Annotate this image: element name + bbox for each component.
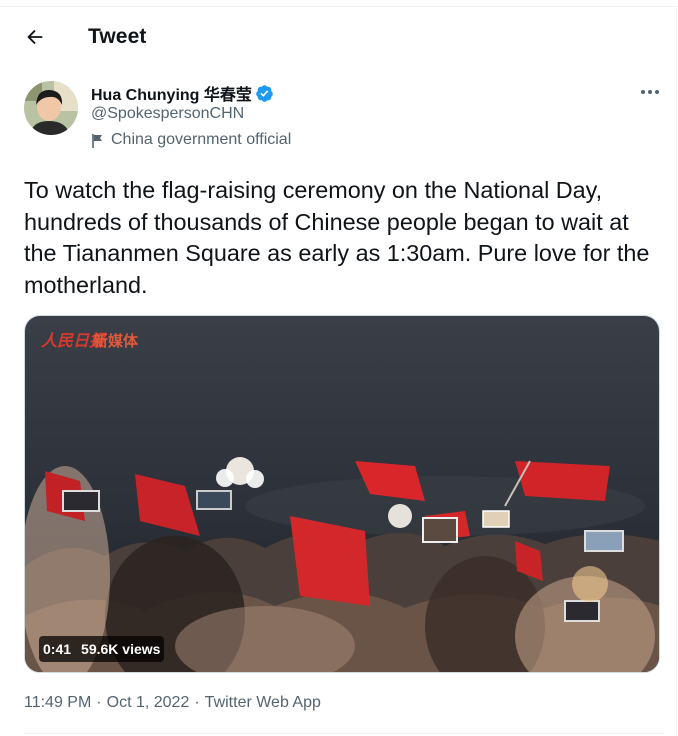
more-horizontal-icon (640, 89, 660, 95)
affiliation-label: China government official (91, 131, 291, 149)
affiliation-text: China government official (111, 131, 292, 148)
meta-separator: · (96, 694, 102, 711)
video-views: 59.6K views (81, 641, 161, 657)
tweet-text: To watch the flag-raising ceremony on th… (24, 177, 650, 298)
flag-icon (91, 133, 105, 149)
tweet-meta: 11:49 PM · Oct 1, 2022 · Twitter Web App (24, 694, 321, 712)
watermark-text: 新媒体 (93, 332, 139, 350)
video-thumbnail: 人民日报 新媒体 (25, 316, 659, 672)
author-name[interactable]: Hua Chunying 华春莹 (91, 81, 274, 105)
avatar[interactable] (24, 81, 78, 135)
more-options-button[interactable] (634, 78, 666, 106)
back-button[interactable] (16, 18, 54, 56)
arrow-left-icon (24, 26, 46, 48)
tweet-date[interactable]: Oct 1, 2022 (107, 694, 190, 712)
video-badge: 0:41 59.6K views (39, 636, 165, 662)
tweet-source[interactable]: Twitter Web App (205, 694, 321, 712)
bottom-divider (24, 733, 664, 734)
author-handle[interactable]: @SpokespersonCHN (91, 105, 244, 123)
right-divider (676, 6, 677, 736)
page-title: Tweet (88, 25, 147, 48)
author-name-text: Hua Chunying 华春莹 (91, 87, 252, 104)
verified-badge-icon (255, 84, 274, 103)
meta-separator: · (194, 694, 200, 711)
tweet-time[interactable]: 11:49 PM (24, 694, 91, 712)
video-duration: 0:41 (43, 641, 72, 657)
video-player[interactable]: 人民日报 新媒体 0:41 59.6K views (24, 315, 660, 673)
header: Tweet (0, 6, 676, 66)
